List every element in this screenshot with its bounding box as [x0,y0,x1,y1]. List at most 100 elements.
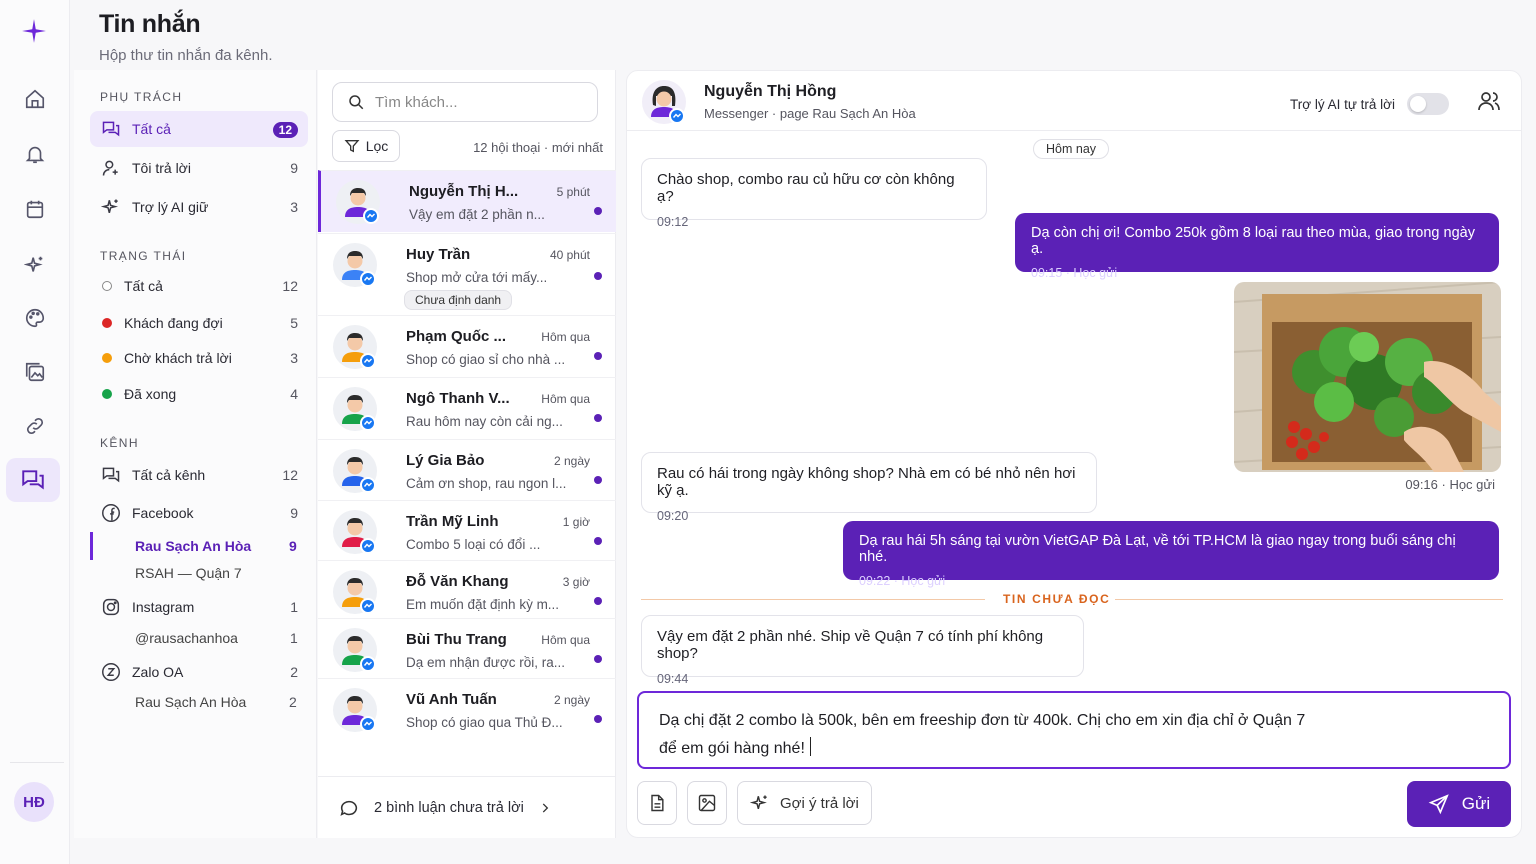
message-preview: Vậy em đặt 2 phần n... [409,207,545,222]
channel-zalo-count: 2 [289,694,297,710]
filter-label: Trợ lý AI giữ [132,199,209,215]
unread-divider: TIN CHƯA ĐỌC [641,591,1503,609]
reply-textarea[interactable]: Dạ chị đặt 2 combo là 500k, bên em frees… [637,691,1511,769]
link-icon[interactable] [18,409,52,443]
search-icon [349,95,364,110]
message-preview: Rau hôm nay còn cải ng... [406,414,563,429]
message-preview: Combo 5 loại có đổi ... [406,537,541,552]
contact-avatar[interactable] [641,79,687,125]
message-incoming: Vậy em đặt 2 phần nhé. Ship về Quận 7 có… [641,615,1084,686]
search-input[interactable]: Tìm khách... [332,82,598,122]
contact-name: Đỗ Văn Khang [406,573,509,590]
chevron-right-icon [542,802,549,813]
message-text: Chào shop, combo rau củ hữu cơ còn không… [657,171,955,205]
unread-label: TIN CHƯA ĐỌC [1003,592,1111,606]
calendar-icon[interactable] [18,192,52,226]
contact-avatar [333,628,377,672]
filter-channel-instagram[interactable]: Instagram 1 [90,589,308,625]
filter-channel-zalo[interactable]: Zalo OA 2 [90,654,308,690]
page-subtitle: Hộp thư tin nhắn đa kênh. [99,47,273,64]
conversation-item[interactable]: Vũ Anh Tuấn 2 ngày Shop có giao qua Thủ Đ.… [318,678,616,740]
channel-page-rsah[interactable]: RSAH — Quận 7 [135,565,242,581]
text-cursor [809,737,812,756]
conversation-list: Tìm khách... Lọc 12 hội thoại · mới nhất… [318,70,616,838]
home-icon[interactable] [18,82,52,116]
send-icon [1428,794,1449,815]
photo-time: 09:16 · Học gửi [1405,477,1495,492]
ai-toggle-switch[interactable] [1407,93,1449,115]
chat-header: Nguyễn Thị Hồng Messenger · page Rau Sạc… [627,71,1521,131]
sparkle-logo-icon[interactable] [21,18,47,44]
send-button[interactable]: Gửi [1407,781,1511,827]
suggest-reply-button[interactable]: Gợi ý trả lời [737,781,872,825]
conversation-item[interactable]: Trần Mỹ Linh 1 giờ Combo 5 loại có đổi ... [318,500,616,560]
contact-avatar [333,449,377,493]
filter-assign-ai[interactable]: Trợ lý AI giữ 3 [90,189,308,225]
conversation-item[interactable]: Lý Gia Bảo 2 ngày Cảm ơn shop, rau ngon l.… [318,439,616,501]
channel-zalo-account[interactable]: Rau Sạch An Hòa [135,694,246,710]
vegetable-box-photo[interactable] [1234,282,1501,472]
unidentified-tag: Chưa định danh [404,290,513,310]
facebook-icon [100,502,122,524]
chat-panel: Nguyễn Thị Hồng Messenger · page Rau Sạc… [626,70,1522,838]
message-text: Vậy em đặt 2 phần nhé. Ship về Quận 7 có… [657,628,1044,662]
unread-dot [594,655,602,663]
message-preview: Dạ em nhận được rồi, ra... [406,655,565,670]
message-text: Rau có hái trong ngày không shop? Nhà em… [657,465,1076,499]
filter-assign-all[interactable]: Tất cả 12 [90,111,308,147]
bell-icon[interactable] [18,137,52,171]
filter-status-all[interactable]: Tất cả 12 [90,268,308,304]
conversation-time: 2 ngày [553,454,590,468]
status-dot [102,353,112,363]
filter-label: Facebook [132,505,194,521]
contact-source: Messenger · page Rau Sạch An Hòa [704,106,916,121]
conversation-item[interactable]: Bùi Thu Trang Hôm qua Dạ em nhận được rồi,… [318,618,616,678]
conversation-item[interactable]: Đỗ Văn Khang 3 giờ Em muốn đặt định kỳ m..… [318,560,616,618]
channel-ig-account[interactable]: @rausachanhoa [135,630,238,646]
compose-text-line: Dạ chị đặt 2 combo là 500k, bên em frees… [659,712,1306,729]
unreplied-comments-link[interactable]: 2 bình luận chưa trả lời [318,776,616,838]
filter-status-waiting[interactable]: Khách đang đợi 5 [90,305,308,341]
attach-file-button[interactable] [637,781,677,825]
page-header: Tin nhắn Hộp thư tin nhắn đa kênh. [99,10,273,64]
filter-status-done[interactable]: Đã xong 4 [90,376,308,412]
date-divider: Hôm nay [1033,139,1110,159]
sparkles-icon[interactable] [18,248,52,282]
status-dot [102,389,112,399]
filter-label: Tôi trả lời [132,160,191,176]
conversation-item[interactable]: Nguyễn Thị H... 5 phút Vậy em đặt 2 phần n… [318,170,616,232]
instagram-icon [100,596,122,618]
filter-status-pending[interactable]: Chờ khách trả lời 3 [90,340,308,376]
conversation-item[interactable]: Ngô Thanh V... Hôm qua Rau hôm nay còn cải… [318,377,616,439]
attach-image-button[interactable] [687,781,727,825]
sparkles-icon [750,795,767,810]
filter-count: 3 [290,350,298,366]
palette-icon[interactable] [18,301,52,335]
message-incoming: Chào shop, combo rau củ hữu cơ còn không… [641,158,987,229]
conversation-time: Hôm qua [541,330,590,344]
filter-button[interactable]: Lọc [332,130,400,162]
image-icon [698,794,716,812]
conversation-time: 40 phút [549,248,590,262]
message-preview: Shop mở cửa tới mấy... [406,270,548,285]
filter-label: Zalo OA [132,664,184,680]
user-avatar[interactable]: HĐ [14,782,54,822]
filter-count: 3 [290,199,298,215]
conversation-item[interactable]: Phạm Quốc ... Hôm qua Shop có giao sỉ cho … [318,315,616,377]
messages-icon[interactable] [6,458,60,502]
message-preview: Em muốn đặt định kỳ m... [406,597,560,612]
funnel-icon [344,140,360,153]
rail-divider [10,762,64,763]
section-status-title: TRẠNG THÁI [100,249,187,263]
compose-toolbar: Gợi ý trả lời [637,781,872,825]
filter-count: 4 [290,386,298,402]
filter-label: Đã xong [124,386,177,402]
unread-dot [594,352,602,360]
conversation-item[interactable]: Huy Trần 40 phút Shop mở cửa tới mấy... Chư… [318,233,616,315]
gallery-icon[interactable] [18,355,52,389]
users-icon[interactable] [1477,89,1501,113]
filter-assign-me[interactable]: Tôi trả lời 9 [90,150,308,186]
filter-channel-facebook[interactable]: Facebook 9 [90,495,308,531]
filter-channel-all[interactable]: Tất cả kênh 12 [90,457,308,493]
channel-page-rau-sach[interactable]: Rau Sạch An Hòa [135,538,251,554]
